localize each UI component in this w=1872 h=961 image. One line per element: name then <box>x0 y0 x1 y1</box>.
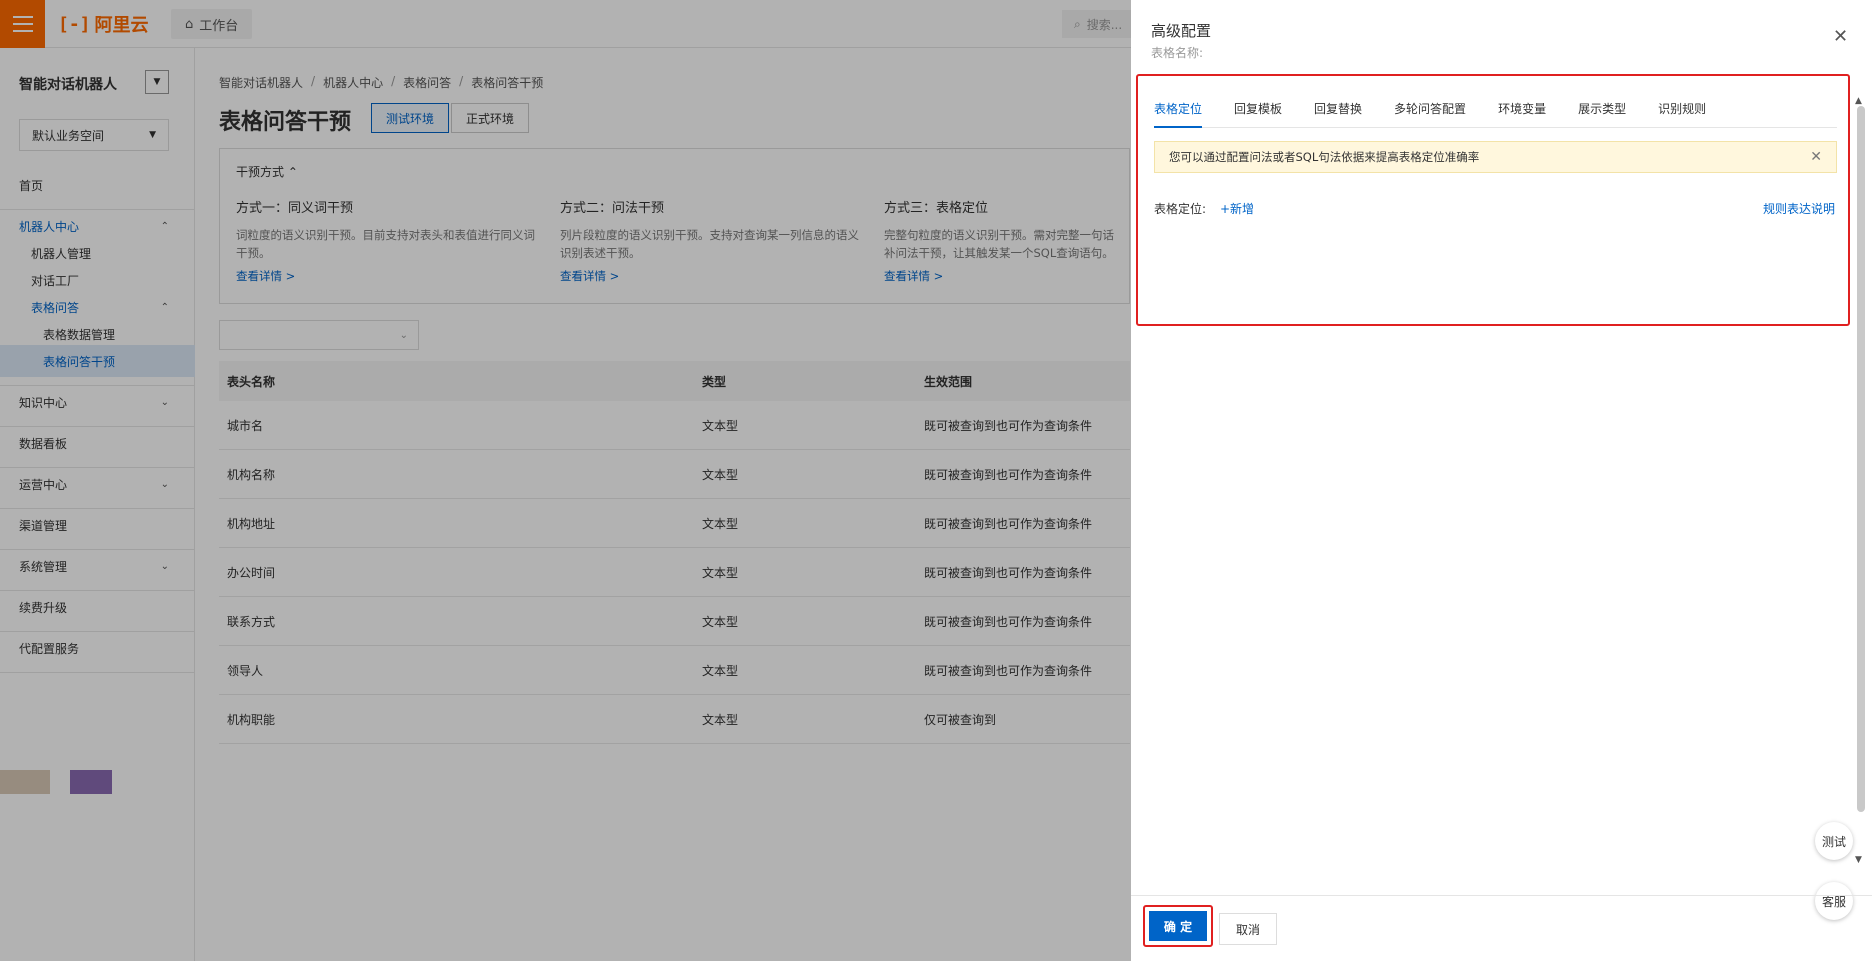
config-tabs: 表格定位 回复模板 回复替换 多轮问答配置 环境变量 展示类型 识别规则 <box>1154 94 1837 128</box>
close-icon[interactable]: ✕ <box>1810 149 1822 165</box>
tab-reply-template[interactable]: 回复模板 <box>1234 94 1282 128</box>
tab-table-locate[interactable]: 表格定位 <box>1154 94 1203 128</box>
scrollbar[interactable] <box>1857 106 1865 812</box>
test-float-button[interactable]: 测试 <box>1815 822 1853 860</box>
divider <box>1131 895 1872 896</box>
add-locate-button[interactable]: +新增 <box>1220 200 1254 217</box>
advanced-config-drawer: 高级配置 表格名称: ✕ 表格定位 回复模板 回复替换 多轮问答配置 环境变量 … <box>1131 0 1872 961</box>
rule-expression-link[interactable]: 规则表达说明 <box>1763 200 1835 217</box>
table-name-label: 表格名称: <box>1151 46 1204 60</box>
config-panel: 表格定位 回复模板 回复替换 多轮问答配置 环境变量 展示类型 识别规则 您可以… <box>1136 74 1850 326</box>
tip-text: 您可以通过配置问法或者SQL句法依据来提高表格定位准确率 <box>1169 150 1480 164</box>
confirm-highlight: 确 定 <box>1143 905 1213 947</box>
scroll-up-icon[interactable]: ▲ <box>1855 96 1862 106</box>
tab-recognition-rules[interactable]: 识别规则 <box>1658 94 1706 128</box>
drawer-title: 高级配置 <box>1151 22 1212 40</box>
tab-env-vars[interactable]: 环境变量 <box>1498 94 1546 128</box>
tab-reply-replace[interactable]: 回复替换 <box>1314 94 1362 128</box>
tip-banner: 您可以通过配置问法或者SQL句法依据来提高表格定位准确率 ✕ <box>1154 141 1837 173</box>
table-locate-label: 表格定位: <box>1154 202 1207 216</box>
scroll-down-icon[interactable]: ▼ <box>1855 855 1862 865</box>
close-icon[interactable]: ✕ <box>1833 26 1848 47</box>
cancel-button[interactable]: 取消 <box>1219 913 1277 945</box>
modal-overlay[interactable] <box>0 0 1131 961</box>
tab-display-type[interactable]: 展示类型 <box>1578 94 1626 128</box>
confirm-button[interactable]: 确 定 <box>1149 911 1207 941</box>
tab-multi-turn[interactable]: 多轮问答配置 <box>1394 94 1466 128</box>
customer-service-button[interactable]: 客服 <box>1815 882 1853 920</box>
